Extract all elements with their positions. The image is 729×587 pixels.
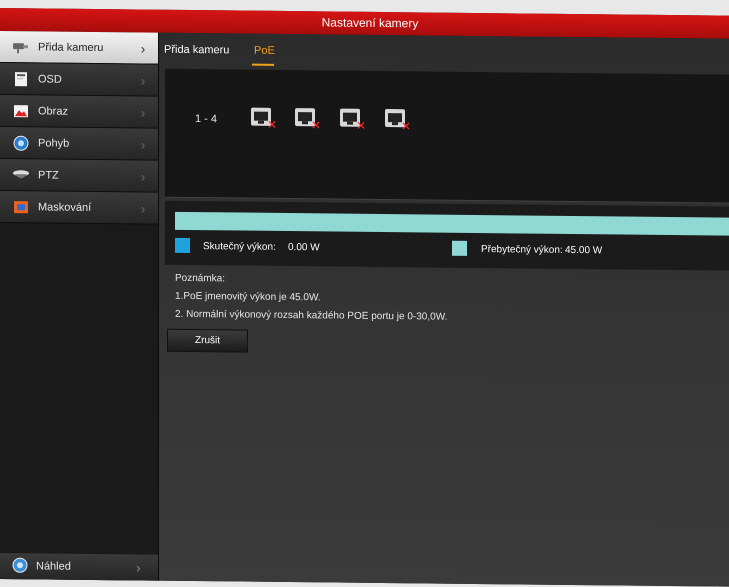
image-icon (12, 103, 30, 119)
sidebar-item-osd[interactable]: OSD › (0, 63, 158, 97)
cancel-button[interactable]: Zrušit (167, 328, 248, 353)
active-tab-indicator (252, 63, 274, 66)
tab-poe[interactable]: PoE (254, 45, 275, 57)
mask-icon (12, 199, 30, 215)
chevron-right-icon: › (136, 559, 141, 576)
ptz-icon (12, 167, 30, 183)
disconnected-icon: ✕ (355, 118, 366, 133)
chevron-right-icon: › (140, 167, 146, 185)
sidebar-item-add-camera[interactable]: Přida kameru › (0, 31, 158, 65)
chevron-right-icon: › (140, 71, 146, 89)
camera-icon (12, 39, 30, 55)
tab-add-camera[interactable]: Přida kameru (164, 44, 229, 57)
note-line-2: 2. Normální výkonový rozsah každého POE … (175, 308, 448, 323)
sidebar-item-ptz[interactable]: PTZ › (0, 159, 158, 193)
port-range-label: 1 - 4 (195, 113, 218, 126)
sidebar-item-motion[interactable]: Pohyb › (0, 127, 158, 161)
main-panel: Přida kameru PoE 1 - 4 ✕ ✕ ✕ ✕ Skutečný … (159, 32, 729, 587)
surplus-power-swatch (452, 240, 467, 256)
sidebar-item-label: OSD (38, 72, 62, 86)
sidebar-item-image[interactable]: Obraz › (0, 95, 158, 129)
ethernet-port-icon[interactable]: ✕ (385, 109, 411, 133)
sidebar: Přida kameru › OSD › Obraz › Pohyb › PTZ… (0, 31, 159, 581)
note-heading: Poznámka: (175, 272, 226, 285)
disconnected-icon: ✕ (266, 117, 277, 132)
sidebar-item-label: Přida kameru (38, 40, 104, 54)
sidebar-item-masking[interactable]: Maskování › (0, 191, 158, 225)
actual-power-label: Skutečný výkon: (203, 241, 276, 253)
ethernet-port-icon[interactable]: ✕ (295, 108, 321, 132)
sidebar-item-preview[interactable]: Náhled › (0, 553, 158, 581)
sidebar-item-label: Obraz (38, 104, 68, 118)
preview-icon (12, 557, 28, 576)
disconnected-icon: ✕ (310, 118, 321, 133)
poe-ports-panel: 1 - 4 ✕ ✕ ✕ ✕ (165, 68, 729, 204)
power-usage-bar (175, 211, 729, 236)
dvr-screen: Nastavení kamery Přida kameru › OSD › Ob… (0, 8, 729, 587)
tab-bar: Přida kameru PoE (159, 33, 729, 73)
poe-power-panel: Skutečný výkon: 0.00 W Přebytečný výkon:… (165, 200, 729, 271)
ethernet-port-icon[interactable]: ✕ (340, 108, 366, 133)
ethernet-port-icon[interactable]: ✕ (251, 107, 277, 132)
chevron-right-icon: › (140, 199, 146, 217)
motion-icon (12, 135, 30, 151)
sidebar-item-label: Pohyb (38, 136, 70, 150)
note-line-1: 1.PoE jmenovitý výkon je 45.0W. (175, 290, 321, 304)
surplus-power-label: Přebytečný výkon: (481, 244, 563, 256)
surplus-power-value: 45.00 W (565, 244, 603, 257)
chevron-right-icon: › (140, 135, 146, 153)
disconnected-icon: ✕ (400, 119, 411, 134)
sidebar-item-label: PTZ (38, 168, 59, 182)
actual-power-swatch (175, 237, 190, 253)
chevron-right-icon: › (140, 39, 146, 57)
chevron-right-icon: › (140, 103, 146, 121)
sidebar-item-label: Náhled (36, 560, 71, 573)
sidebar-item-label: Maskování (38, 200, 92, 214)
osd-icon (12, 71, 30, 87)
actual-power-value: 0.00 W (288, 242, 320, 254)
